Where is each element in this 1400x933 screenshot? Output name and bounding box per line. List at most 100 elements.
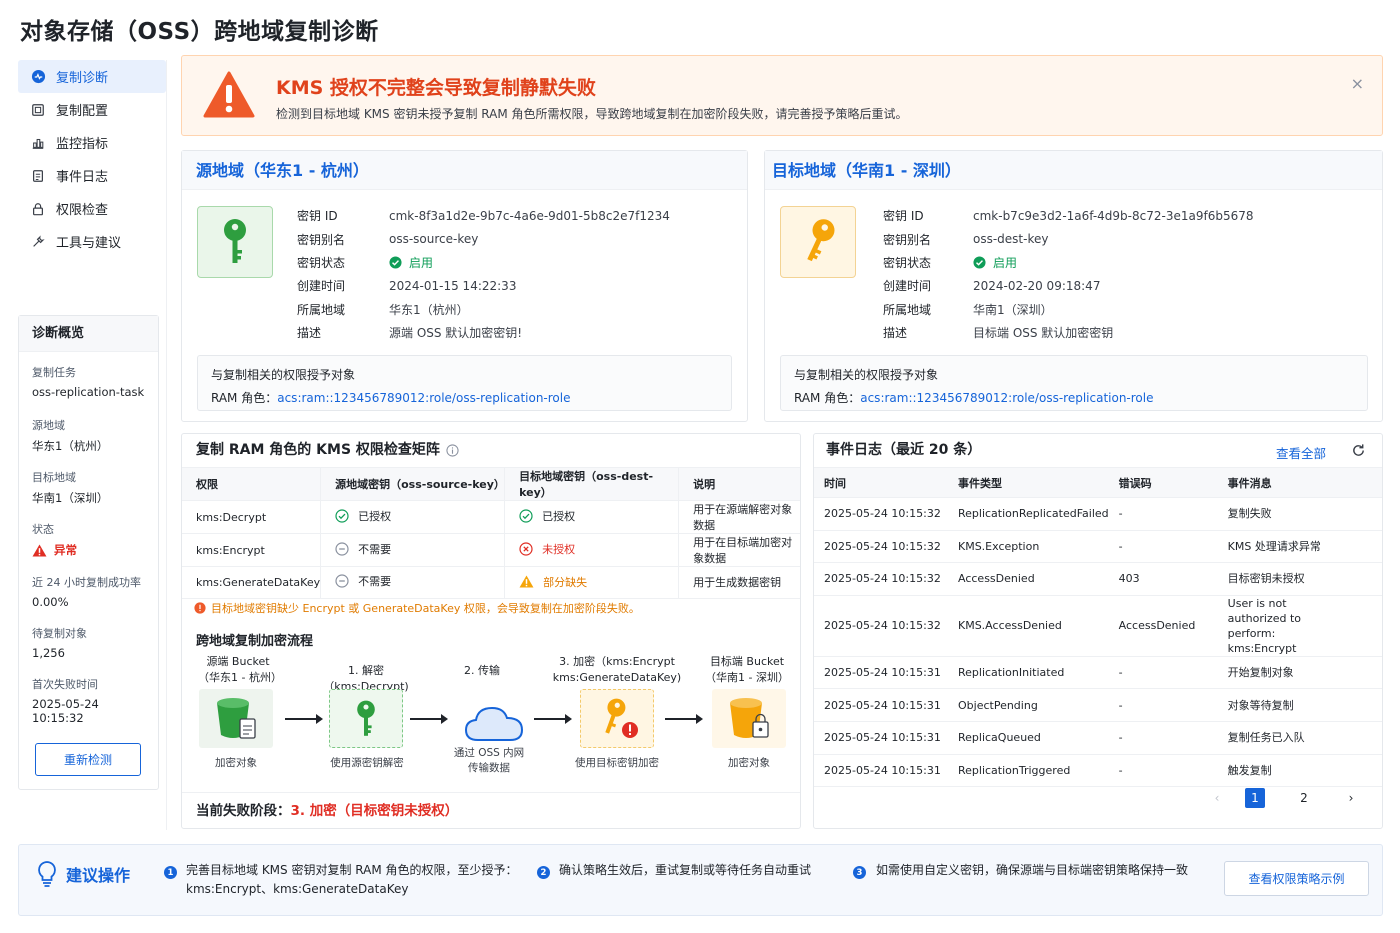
- table-row[interactable]: 2025-05-24 10:15:31 ReplicationInitiated…: [814, 656, 1382, 690]
- table-row[interactable]: 2025-05-24 10:15:32 KMS.AccessDenied Acc…: [814, 595, 1382, 657]
- view-policy-example-button[interactable]: 查看权限策略示例: [1224, 861, 1369, 896]
- current-fail-stage: 当前失败阶段：3. 加密（目标密钥未授权）: [182, 792, 800, 828]
- pager-page-1[interactable]: 1: [1245, 788, 1265, 808]
- target-key-details: 密钥 ID cmk-b7c9e3d2-1a6f-4d9b-8c72-3e1a9f6…: [883, 208, 1254, 341]
- table-row[interactable]: 2025-05-24 10:15:32 AccessDenied 403 目标密…: [814, 562, 1382, 596]
- flow-encrypt-box: [580, 689, 654, 748]
- ram-role-link[interactable]: acs:ram::123456789012:role/oss-replicati…: [860, 391, 1153, 405]
- diagnosis-overview: 诊断概览 复制任务 oss-replication-task 源地域 华东1（杭…: [18, 315, 159, 790]
- sidebar-item-label: 复制诊断: [56, 71, 109, 86]
- flow-transfer-cloud: [457, 692, 531, 751]
- matrix-warning-note: 目标地域密钥缺少 Encrypt 或 GenerateDataKey 权限，会导…: [194, 600, 640, 616]
- flow-arrow: [534, 714, 572, 724]
- bucket-icon: [217, 697, 256, 739]
- pager-next[interactable]: ›: [1341, 788, 1361, 808]
- target-permission-box: 与复制相关的权限授予对象 RAM 角色：acs:ram::12345678901…: [780, 355, 1368, 411]
- alert-banner: KMS 授权不完整会导致复制静默失败 检测到目标地域 KMS 密钥未授予复制 R…: [181, 55, 1383, 136]
- event-log-panel: 事件日志（最近 20 条） 查看全部 时间 事件类型 错误码 事件消息 2025…: [813, 433, 1383, 829]
- matrix-table: 权限 源地域密钥（oss-source-key） 目标地域密钥（oss-dest…: [182, 467, 800, 599]
- table-row[interactable]: 2025-05-24 10:15:31 ObjectPending - 对象等待…: [814, 688, 1382, 722]
- target-key-status: 启用: [993, 255, 1018, 270]
- sidebar-item-diagnose[interactable]: 复制诊断: [18, 60, 166, 93]
- alert-description: 检测到目标地域 KMS 密钥未授予复制 RAM 角色所需权限，导致跨地域复制在加…: [276, 107, 908, 121]
- key-error-icon: [605, 698, 638, 738]
- ram-role-link[interactable]: acs:ram::123456789012:role/oss-replicati…: [277, 391, 570, 405]
- table-row: kms:Encrypt 不需要 未授权 用于在目标端加密对象数据: [182, 533, 800, 567]
- table-row[interactable]: 2025-05-24 10:15:32 ReplicationReplicate…: [814, 497, 1382, 531]
- suggest-title: 建议操作: [66, 866, 131, 885]
- flow-source-label: 源端 Bucket （华东1 - 杭州）: [198, 655, 282, 684]
- source-permission-box: 与复制相关的权限授予对象 RAM 角色：acs:ram::12345678901…: [197, 355, 732, 411]
- source-key-id: cmk-8f3a1d2e-9b7c-4a6e-9d01-5b8c2e7f1234: [389, 208, 670, 223]
- diagnose-icon: [30, 69, 46, 85]
- flow-step-encrypt: 3. 加密（kms:Encrypt kms:GenerateDataKey): [552, 655, 682, 684]
- overview-pending: 待复制对象 1,256: [32, 627, 87, 660]
- key-icon: [357, 700, 375, 736]
- source-region-card: 源地域（华东1 - 杭州） 密钥 ID cmk-8f3a1d2e-9b7c-4a6…: [181, 150, 748, 422]
- sidebar-item-monitor[interactable]: 监控指标: [18, 126, 166, 159]
- refresh-icon[interactable]: [1351, 443, 1366, 461]
- flow-step-transfer: 2. 传输: [464, 664, 500, 677]
- overview-source-region: 源地域 华东1（杭州）: [32, 419, 109, 453]
- minus-circle-icon: [335, 542, 349, 556]
- sidebar-item-label: 工具与建议: [56, 236, 122, 251]
- table-row[interactable]: 2025-05-24 10:15:32 KMS.Exception - KMS …: [814, 530, 1382, 564]
- alert-title: KMS 授权不完整会导致复制静默失败: [276, 77, 596, 99]
- close-icon[interactable]: ×: [1351, 74, 1364, 93]
- source-region-title: 源地域（华东1 - 杭州）: [182, 151, 747, 190]
- chart-icon: [30, 135, 46, 151]
- recheck-button[interactable]: 重新检测: [35, 743, 141, 776]
- suggested-actions: 建议操作 1 完善目标地域 KMS 密钥对复制 RAM 角色的权限，至少授予： …: [18, 844, 1383, 916]
- key-icon: [780, 206, 856, 278]
- overview-success-rate: 近 24 小时复制成功率 0.00%: [32, 576, 141, 609]
- fail-stage-value: 3. 加密（目标密钥未授权）: [290, 803, 459, 819]
- matrix-title: 复制 RAM 角色的 KMS 权限检查矩阵: [196, 442, 440, 458]
- sidebar-item-label: 复制配置: [56, 104, 109, 119]
- sidebar-item-permission[interactable]: 权限检查: [18, 192, 166, 225]
- table-row[interactable]: 2025-05-24 10:15:31 ReplicationTriggered…: [814, 754, 1382, 788]
- overview-task: 复制任务 oss-replication-task: [32, 366, 145, 399]
- step-number-badge: 3: [853, 866, 866, 879]
- flow-arrow: [410, 714, 448, 724]
- key-icon: [197, 206, 273, 278]
- flow-title: 跨地域复制加密流程: [196, 634, 314, 649]
- check-circle-icon: [973, 256, 986, 269]
- check-circle-icon: [519, 509, 533, 523]
- cloud-icon: [464, 706, 524, 741]
- lock-icon: [30, 201, 46, 217]
- sidebar-item-label: 权限检查: [56, 203, 109, 218]
- sidebar-item-config[interactable]: 复制配置: [18, 93, 166, 126]
- view-all-link[interactable]: 查看全部: [1276, 443, 1326, 462]
- flow-arrow: [285, 714, 323, 724]
- flow-arrow: [665, 714, 703, 724]
- pager-page-2[interactable]: 2: [1294, 788, 1314, 808]
- lightbulb-icon: [36, 860, 58, 891]
- warning-icon: [32, 543, 47, 557]
- info-icon[interactable]: [446, 444, 459, 457]
- check-circle-icon: [335, 509, 349, 523]
- app-root: 对象存储（OSS）跨地域复制诊断 复制诊断 复制配置 监控指标 事件日志 权限检…: [0, 0, 1400, 933]
- target-region-title: 目标地域（华南1 - 深圳）: [765, 151, 1382, 190]
- error-circle-icon: [519, 542, 533, 556]
- overview-title: 诊断概览: [19, 316, 158, 352]
- pager-prev[interactable]: ‹: [1207, 788, 1227, 808]
- source-key-details: 密钥 ID cmk-8f3a1d2e-9b7c-4a6e-9d01-5b8c2e7…: [297, 208, 670, 341]
- check-circle-icon: [389, 256, 402, 269]
- overview-first-fail: 首次失败时间 2025-05-24 10:15:32: [32, 678, 99, 725]
- suggest-item-3: 如需使用自定义密钥，确保源端与目标端密钥策略保持一致: [876, 863, 1189, 877]
- event-log-table: 时间 事件类型 错误码 事件消息 2025-05-24 10:15:32 Rep…: [814, 467, 1382, 788]
- sidebar-item-events[interactable]: 事件日志: [18, 159, 166, 192]
- pagination: ‹ 1 2 ›: [814, 788, 1382, 808]
- kms-permission-matrix: 复制 RAM 角色的 KMS 权限检查矩阵 权限 源地域密钥（oss-sourc…: [181, 433, 801, 829]
- table-row: kms:GenerateDataKey 不需要 部分缺失 用于生成数据密钥: [182, 566, 800, 599]
- flow-target-label: 目标端 Bucket （华南1 - 深圳）: [705, 655, 789, 684]
- sidebar-item-label: 监控指标: [56, 137, 109, 152]
- sidebar-nav: 复制诊断 复制配置 监控指标 事件日志 权限检查 工具与建议: [18, 60, 166, 258]
- bucket-lock-icon: [730, 697, 769, 738]
- target-region-card: 目标地域（华南1 - 深圳） 密钥 ID cmk-b7c9e3d2-1a6f-4d…: [764, 150, 1383, 422]
- table-row[interactable]: 2025-05-24 10:15:31 ReplicaQueued - 复制任务…: [814, 721, 1382, 755]
- sidebar-divider: [166, 60, 167, 830]
- sidebar-item-tools[interactable]: 工具与建议: [18, 225, 166, 258]
- overview-target-region: 目标地域 华南1（深圳）: [32, 471, 109, 505]
- step-number-badge: 1: [164, 866, 177, 879]
